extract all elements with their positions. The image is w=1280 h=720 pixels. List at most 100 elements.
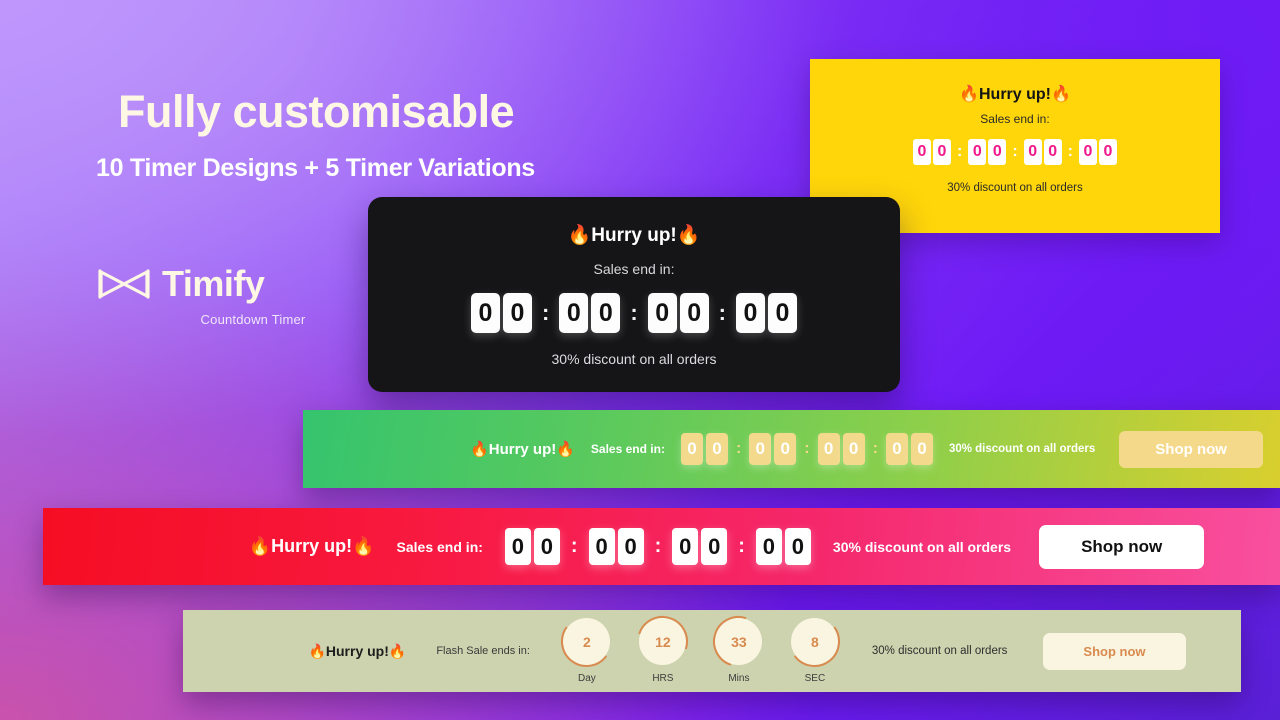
timer-footer: 30% discount on all orders	[947, 182, 1083, 194]
digit-separator: :	[957, 143, 963, 160]
countdown-circle: 2	[563, 618, 610, 665]
digit-separator: :	[630, 300, 638, 325]
hurry-label: Hurry up!	[488, 441, 557, 458]
digit-group: 00	[1023, 139, 1062, 165]
countdown-circle: 8	[791, 618, 838, 665]
timer-footer: 30% discount on all orders	[832, 538, 1012, 555]
countdown-circle: 33	[715, 618, 762, 665]
timer-subtitle: Sales end in:	[980, 112, 1050, 126]
hurry-label: Hurry up!	[325, 642, 389, 659]
digit-tile: 0	[1043, 139, 1062, 165]
digit-tile: 0	[968, 139, 987, 165]
digit-tile: 0	[1023, 139, 1042, 165]
timer-subtitle: Sales end in:	[590, 442, 665, 456]
digit-tile: 0	[647, 293, 677, 333]
shop-now-button[interactable]: Shop now	[1039, 524, 1205, 569]
digit-group: 00	[471, 293, 532, 333]
digit-tile: 0	[910, 433, 933, 465]
digit-group: 00	[647, 293, 709, 333]
hurry-heading: 🔥Hurry up!🔥	[470, 440, 575, 458]
hurry-label: Hurry up!	[591, 225, 677, 246]
countdown-label: HRS	[652, 673, 674, 684]
digit-tile: 0	[672, 528, 699, 565]
timer-bar-red: 🔥Hurry up!🔥 Sales end in: 00 : 00 : 00 :…	[43, 508, 1280, 585]
digit-tile: 0	[617, 528, 644, 565]
timer-footer: 30% discount on all orders	[948, 443, 1096, 455]
digit-separator: :	[735, 440, 742, 457]
digit-tile: 0	[559, 293, 589, 333]
flame-icon: 🔥	[556, 441, 575, 458]
digit-separator: :	[1067, 143, 1073, 160]
bar-content: 🔥Hurry up!🔥 Sales end in: 00 : 00 : 00 :…	[320, 430, 1263, 468]
hurry-heading: 🔥Hurry up!🔥	[368, 223, 900, 247]
flame-icon: 🔥	[388, 642, 407, 659]
logo-wordmark: Timify	[162, 263, 265, 304]
digit-tile: 0	[1078, 139, 1097, 165]
digit-tile: 0	[591, 293, 621, 333]
digit-group: 00	[913, 139, 951, 165]
digit-tile: 0	[471, 293, 500, 333]
digit-tile: 0	[885, 433, 908, 465]
countdown-digits: 00 : 00 : 00 : 00	[368, 293, 900, 333]
digit-tile: 0	[784, 528, 811, 565]
timer-footer: 30% discount on all orders	[871, 645, 1008, 657]
digit-tile: 0	[767, 293, 797, 333]
flame-icon: 🔥	[567, 225, 592, 246]
digit-tile: 0	[774, 433, 797, 465]
countdown-digits: 00 : 00 : 00 : 00	[810, 139, 1220, 165]
logo-row: Timify	[96, 266, 356, 302]
hurry-heading: 🔥Hurry up!🔥	[810, 84, 1220, 104]
countdown-unit: 8 SEC	[788, 618, 842, 684]
countdown-circles: 2 Day 12 HRS 33 Mins 8 SEC	[560, 618, 842, 684]
countdown-digits: 00 : 00 : 00 : 00	[680, 433, 933, 465]
digit-tile: 0	[504, 528, 531, 565]
timer-subtitle: Flash Sale ends in:	[436, 645, 530, 657]
hurry-label: Hurry up!	[979, 86, 1051, 103]
digit-group: 00	[885, 433, 933, 465]
digit-group: 00	[749, 433, 797, 465]
shop-now-button[interactable]: Shop now	[1119, 430, 1263, 468]
digit-tile: 0	[705, 433, 728, 465]
digit-separator: :	[654, 535, 662, 557]
countdown-label: Day	[577, 673, 596, 684]
timer-bar-green: 🔥Hurry up!🔥 Sales end in: 00 : 00 : 00 :…	[303, 410, 1280, 488]
flame-icon: 🔥	[1051, 86, 1071, 103]
digit-separator: :	[804, 440, 810, 457]
hurry-heading: 🔥Hurry up!🔥	[308, 643, 406, 660]
digit-separator: :	[872, 440, 878, 457]
digit-tile: 0	[503, 293, 532, 333]
digit-group: 00	[680, 433, 728, 465]
digit-tile: 0	[680, 433, 703, 465]
progress-ring	[631, 609, 695, 673]
digit-tile: 0	[755, 528, 782, 565]
digit-tile: 0	[701, 528, 728, 565]
digit-separator: :	[542, 300, 550, 325]
digit-group: 00	[588, 528, 644, 565]
digit-tile: 0	[933, 139, 951, 165]
brand-logo: Timify Countdown Timer	[96, 266, 356, 327]
flame-icon: 🔥	[470, 441, 489, 458]
digit-tile: 0	[988, 139, 1007, 165]
timer-card-dark: 🔥Hurry up!🔥 Sales end in: 00 : 00 : 00 :…	[368, 197, 900, 392]
digit-group: 00	[504, 528, 560, 565]
digit-group: 00	[968, 139, 1007, 165]
hourglass-icon	[96, 267, 152, 301]
countdown-label: SEC	[804, 673, 826, 684]
flame-icon: 🔥	[308, 642, 326, 659]
headline-block: Fully customisable 10 Timer Designs + 5 …	[96, 86, 716, 183]
countdown-circle: 12	[639, 618, 686, 665]
digit-tile: 0	[1098, 139, 1117, 165]
countdown-label: Mins	[728, 673, 750, 684]
digit-group: 00	[1078, 139, 1117, 165]
digit-tile: 0	[679, 293, 709, 333]
timer-bar-sage: 🔥Hurry up!🔥 Flash Sale ends in: 2 Day 12…	[183, 610, 1241, 692]
shop-now-button[interactable]: Shop now	[1043, 632, 1186, 670]
flame-icon: 🔥	[248, 536, 272, 556]
countdown-unit: 2 Day	[560, 618, 614, 684]
countdown-unit: 12 HRS	[636, 618, 690, 684]
bar-content: 🔥Hurry up!🔥 Sales end in: 00 : 00 : 00 :…	[119, 524, 1205, 569]
digit-tile: 0	[749, 433, 772, 465]
digit-tile: 0	[735, 293, 765, 333]
logo-tagline: Countdown Timer	[200, 312, 306, 327]
promo-banner: Fully customisable 10 Timer Designs + 5 …	[0, 0, 1280, 720]
